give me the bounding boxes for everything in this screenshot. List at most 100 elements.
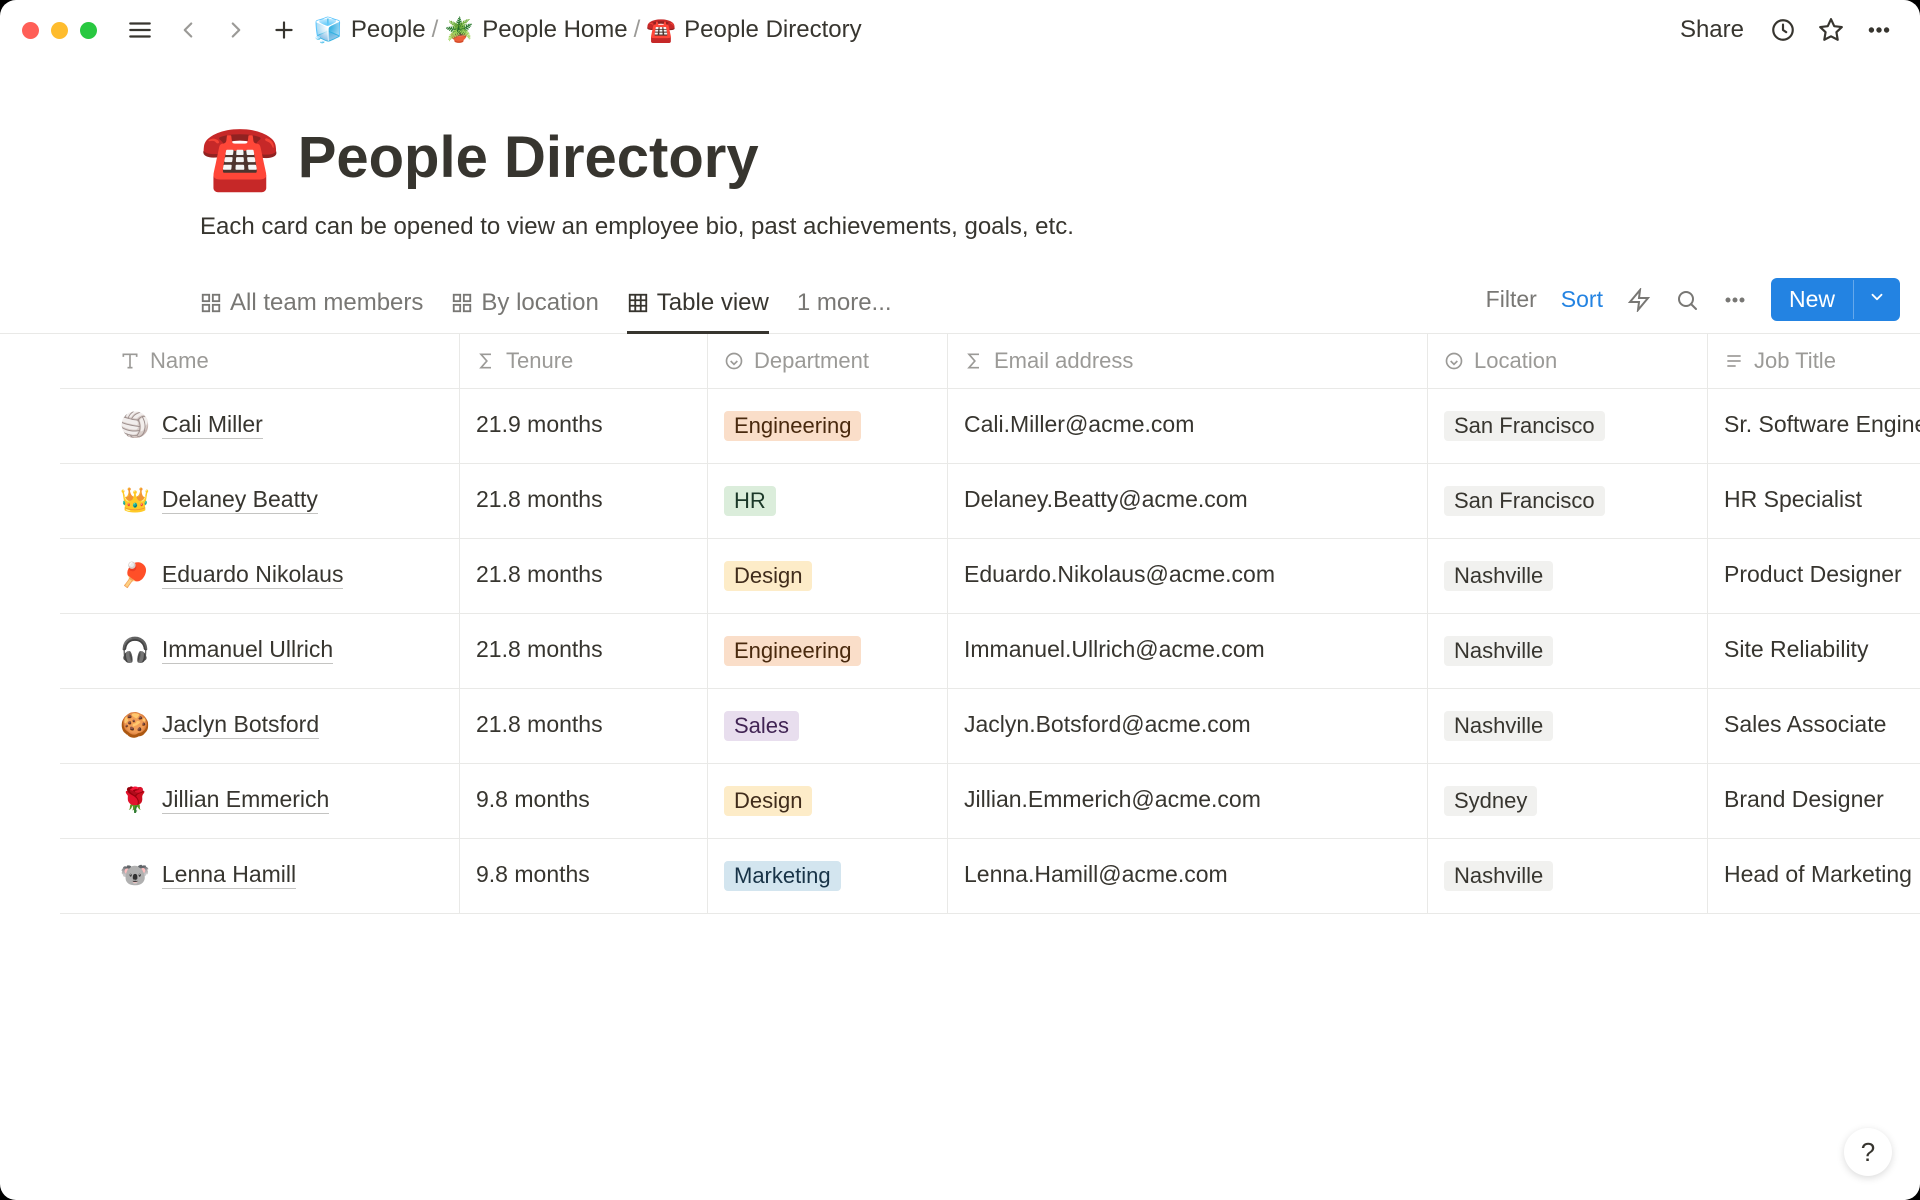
menu-icon[interactable] — [121, 11, 159, 49]
cell-email[interactable]: Delaney.Beatty@acme.com — [948, 464, 1428, 538]
cell-tenure[interactable]: 21.8 months — [460, 464, 708, 538]
breadcrumb-root[interactable]: People — [351, 16, 426, 44]
cell-name[interactable]: 🌹Jillian Emmerich — [60, 764, 460, 838]
cell-job[interactable]: Product Designer — [1708, 539, 1920, 613]
col-department[interactable]: Department — [708, 334, 948, 388]
cell-location[interactable]: Nashville — [1428, 689, 1708, 763]
cell-location[interactable]: Sydney — [1428, 764, 1708, 838]
options-icon[interactable] — [1723, 288, 1747, 312]
col-location[interactable]: Location — [1428, 334, 1708, 388]
page-emoji[interactable]: ☎️ — [200, 120, 280, 195]
minimize-window-icon[interactable] — [51, 22, 68, 39]
table-row[interactable]: 🏓Eduardo Nikolaus21.8 monthsDesignEduard… — [60, 539, 1920, 614]
cell-location[interactable]: Nashville — [1428, 614, 1708, 688]
cell-email[interactable]: Jaclyn.Botsford@acme.com — [948, 689, 1428, 763]
col-name[interactable]: Name — [60, 334, 460, 388]
cell-email[interactable]: Immanuel.Ullrich@acme.com — [948, 614, 1428, 688]
table-row[interactable]: 👑Delaney Beatty21.8 monthsHRDelaney.Beat… — [60, 464, 1920, 539]
cell-location[interactable]: Nashville — [1428, 839, 1708, 913]
cell-location[interactable]: San Francisco — [1428, 389, 1708, 463]
cell-department[interactable]: HR — [708, 464, 948, 538]
table-row[interactable]: 🐨Lenna Hamill9.8 monthsMarketingLenna.Ha… — [60, 839, 1920, 914]
new-button-chevron[interactable] — [1853, 280, 1900, 319]
view-by-location[interactable]: By location — [451, 289, 598, 333]
table-row[interactable]: 🌹Jillian Emmerich9.8 monthsDesignJillian… — [60, 764, 1920, 839]
cell-job[interactable]: Brand Designer — [1708, 764, 1920, 838]
clock-icon[interactable] — [1764, 11, 1802, 49]
data-table: Name Tenure Department Email address Loc… — [60, 334, 1920, 1200]
table-header: Name Tenure Department Email address Loc… — [60, 334, 1920, 389]
cell-job[interactable]: Sr. Software Engineer — [1708, 389, 1920, 463]
cell-email[interactable]: Eduardo.Nikolaus@acme.com — [948, 539, 1428, 613]
breadcrumb-sep: / — [634, 16, 641, 44]
breadcrumb: 🧊 People / 🪴 People Home / ☎️ People Dir… — [313, 16, 862, 45]
page-title[interactable]: People Directory — [298, 124, 759, 191]
cell-tenure[interactable]: 21.8 months — [460, 539, 708, 613]
dept-tag: Engineering — [724, 411, 861, 441]
cell-email[interactable]: Jillian.Emmerich@acme.com — [948, 764, 1428, 838]
maximize-window-icon[interactable] — [80, 22, 97, 39]
cell-email[interactable]: Lenna.Hamill@acme.com — [948, 839, 1428, 913]
cell-tenure[interactable]: 21.8 months — [460, 689, 708, 763]
share-button[interactable]: Share — [1680, 16, 1744, 44]
cell-job[interactable]: Sales Associate — [1708, 689, 1920, 763]
sort-button[interactable]: Sort — [1561, 286, 1603, 313]
col-tenure[interactable]: Tenure — [460, 334, 708, 388]
view-more[interactable]: 1 more... — [797, 289, 892, 333]
row-name: Eduardo Nikolaus — [162, 561, 344, 589]
cell-location[interactable]: Nashville — [1428, 539, 1708, 613]
cell-name[interactable]: 🏐Cali Miller — [60, 389, 460, 463]
cell-job[interactable]: HR Specialist — [1708, 464, 1920, 538]
page-subtitle[interactable]: Each card can be opened to view an emplo… — [200, 213, 1920, 241]
view-table-label: Table view — [657, 289, 769, 317]
table-row[interactable]: 🍪Jaclyn Botsford21.8 monthsSalesJaclyn.B… — [60, 689, 1920, 764]
nav-forward-icon[interactable] — [217, 11, 255, 49]
cell-name[interactable]: 🎧Immanuel Ullrich — [60, 614, 460, 688]
close-window-icon[interactable] — [22, 22, 39, 39]
select-icon — [724, 351, 744, 371]
cell-department[interactable]: Marketing — [708, 839, 948, 913]
nav-back-icon[interactable] — [169, 11, 207, 49]
new-button[interactable]: New — [1771, 278, 1900, 321]
cell-tenure[interactable]: 9.8 months — [460, 764, 708, 838]
breadcrumb-sep: / — [432, 16, 439, 44]
view-table[interactable]: Table view — [627, 289, 769, 333]
select-icon — [1444, 351, 1464, 371]
cell-department[interactable]: Design — [708, 764, 948, 838]
breadcrumb-page[interactable]: People Directory — [684, 16, 861, 44]
lightning-icon[interactable] — [1627, 288, 1651, 312]
breadcrumb-home[interactable]: People Home — [482, 16, 627, 44]
help-button[interactable]: ? — [1844, 1128, 1892, 1176]
row-name: Cali Miller — [162, 411, 263, 439]
cell-name[interactable]: 👑Delaney Beatty — [60, 464, 460, 538]
cell-department[interactable]: Engineering — [708, 389, 948, 463]
search-icon[interactable] — [1675, 288, 1699, 312]
cell-name[interactable]: 🍪Jaclyn Botsford — [60, 689, 460, 763]
star-icon[interactable] — [1812, 11, 1850, 49]
table-row[interactable]: 🎧Immanuel Ullrich21.8 monthsEngineeringI… — [60, 614, 1920, 689]
col-job[interactable]: Job Title — [1708, 334, 1920, 388]
cell-name[interactable]: 🏓Eduardo Nikolaus — [60, 539, 460, 613]
window-controls — [22, 22, 97, 39]
table-row[interactable]: 🏐Cali Miller21.9 months Engineering Cali.M… — [60, 389, 1920, 464]
col-email[interactable]: Email address — [948, 334, 1428, 388]
cell-tenure[interactable]: 21.8 months — [460, 614, 708, 688]
breadcrumb-home-icon: 🪴 — [444, 16, 474, 45]
new-page-icon[interactable] — [265, 11, 303, 49]
cell-department[interactable]: Design — [708, 539, 948, 613]
cell-tenure[interactable]: 21.9 months — [460, 389, 708, 463]
col-loc-label: Location — [1474, 348, 1557, 374]
cell-job[interactable]: Head of Marketing — [1708, 839, 1920, 913]
cell-location[interactable]: San Francisco — [1428, 464, 1708, 538]
cell-name[interactable]: 🐨Lenna Hamill — [60, 839, 460, 913]
view-all-team[interactable]: All team members — [200, 289, 423, 333]
cell-email[interactable]: Cali.Miller@acme.com — [948, 389, 1428, 463]
loc-tag: Sydney — [1444, 786, 1537, 816]
filter-button[interactable]: Filter — [1486, 286, 1537, 313]
more-icon[interactable] — [1860, 11, 1898, 49]
cell-job[interactable]: Site Reliability — [1708, 614, 1920, 688]
breadcrumb-page-icon: ☎️ — [646, 16, 676, 45]
cell-department[interactable]: Engineering — [708, 614, 948, 688]
cell-department[interactable]: Sales — [708, 689, 948, 763]
cell-tenure[interactable]: 9.8 months — [460, 839, 708, 913]
